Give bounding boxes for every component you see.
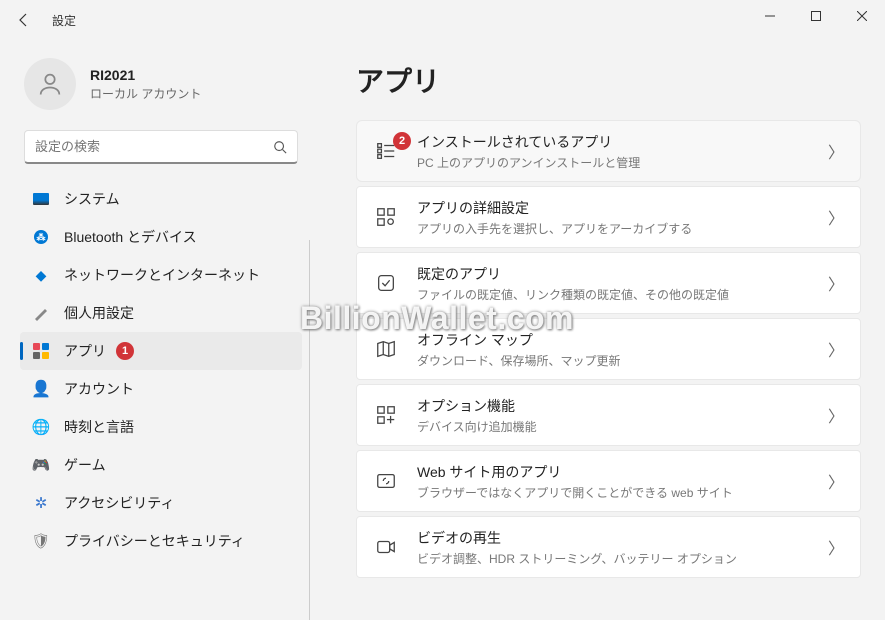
gamepad-icon: 🎮 [32, 456, 50, 474]
bluetooth-icon: ⁂ [32, 228, 50, 246]
link-window-icon [373, 468, 399, 494]
divider [309, 240, 310, 620]
card-installed-apps[interactable]: 2 インストールされているアプリ PC 上のアプリのアンインストールと管理 〉 [356, 120, 861, 182]
sidebar-item-bluetooth[interactable]: ⁂ Bluetooth とデバイス [20, 218, 302, 256]
grid-plus-icon [373, 402, 399, 428]
sidebar-item-system[interactable]: システム [20, 180, 302, 218]
avatar [24, 58, 76, 110]
sidebar-item-accounts[interactable]: 👤 アカウント [20, 370, 302, 408]
chevron-right-icon: 〉 [828, 403, 844, 427]
apps-icon [32, 342, 50, 360]
card-sub: ビデオ調整、HDR ストリーミング、バッテリー オプション [417, 550, 828, 567]
sidebar-item-label: アクセシビリティ [64, 493, 174, 513]
card-video-playback[interactable]: ビデオの再生 ビデオ調整、HDR ストリーミング、バッテリー オプション 〉 [356, 516, 861, 578]
page-title: アプリ [356, 60, 861, 100]
sidebar-item-label: プライバシーとセキュリティ [64, 531, 245, 551]
card-title: インストールされているアプリ [417, 132, 828, 152]
minimize-button[interactable] [747, 0, 793, 32]
sidebar-item-label: アカウント [64, 379, 134, 399]
sidebar-item-label: アプリ [64, 341, 106, 361]
grid-gear-icon [373, 204, 399, 230]
card-sub: ファイルの既定値、リンク種類の既定値、その他の既定値 [417, 286, 828, 303]
sidebar-item-label: 時刻と言語 [64, 417, 134, 437]
person-icon [36, 70, 64, 98]
content: アプリ 2 インストールされているアプリ PC 上のアプリのアンインストールと管… [310, 40, 885, 609]
list-icon: 2 [373, 138, 399, 164]
user-sub: ローカル アカウント [90, 85, 201, 102]
sidebar-item-label: Bluetooth とデバイス [64, 227, 197, 247]
system-icon [32, 190, 50, 208]
chevron-right-icon: 〉 [828, 337, 844, 361]
maximize-icon [811, 11, 821, 21]
user-name: RI2021 [90, 67, 201, 83]
sidebar-item-label: ネットワークとインターネット [64, 265, 260, 285]
sidebar-item-label: 個人用設定 [64, 303, 134, 323]
sidebar-item-time[interactable]: 🌐 時刻と言語 [20, 408, 302, 446]
chevron-right-icon: 〉 [828, 205, 844, 229]
card-offline-maps[interactable]: オフライン マップ ダウンロード、保存場所、マップ更新 〉 [356, 318, 861, 380]
card-title: オフライン マップ [417, 330, 828, 350]
chevron-right-icon: 〉 [828, 139, 844, 163]
account-icon: 👤 [32, 380, 50, 398]
chevron-right-icon: 〉 [828, 271, 844, 295]
card-title: オプション機能 [417, 396, 828, 416]
brush-icon [32, 304, 50, 322]
wifi-icon: ◆ [32, 266, 50, 284]
sidebar-item-privacy[interactable]: 🛡 プライバシーとセキュリティ [20, 522, 302, 560]
arrow-left-icon [16, 12, 32, 28]
maximize-button[interactable] [793, 0, 839, 32]
card-title: Web サイト用のアプリ [417, 462, 828, 482]
clock-icon: 🌐 [32, 418, 50, 436]
sidebar-item-network[interactable]: ◆ ネットワークとインターネット [20, 256, 302, 294]
user-block[interactable]: RI2021 ローカル アカウント [20, 50, 302, 130]
check-shield-icon [373, 270, 399, 296]
card-title: ビデオの再生 [417, 528, 828, 548]
badge: 1 [116, 342, 134, 360]
card-sub: ブラウザーではなくアプリで開くことができる web サイト [417, 484, 828, 501]
chevron-right-icon: 〉 [828, 469, 844, 493]
search-icon [273, 140, 287, 154]
search-input[interactable] [35, 139, 273, 154]
card-sub: デバイス向け追加機能 [417, 418, 828, 435]
minimize-icon [765, 11, 775, 21]
accessibility-icon: ✲ [32, 494, 50, 512]
close-button[interactable] [839, 0, 885, 32]
nav: システム ⁂ Bluetooth とデバイス ◆ ネットワークとインターネット … [20, 180, 302, 560]
search-box[interactable] [24, 130, 298, 164]
sidebar-item-label: ゲーム [64, 455, 106, 475]
sidebar: RI2021 ローカル アカウント システム ⁂ Bluetooth とデバイス… [0, 40, 310, 609]
card-optional-features[interactable]: オプション機能 デバイス向け追加機能 〉 [356, 384, 861, 446]
video-icon [373, 534, 399, 560]
close-icon [857, 11, 867, 21]
card-title: アプリの詳細設定 [417, 198, 828, 218]
sidebar-item-personalization[interactable]: 個人用設定 [20, 294, 302, 332]
badge: 2 [393, 132, 411, 150]
card-default-apps[interactable]: 既定のアプリ ファイルの既定値、リンク種類の既定値、その他の既定値 〉 [356, 252, 861, 314]
card-title: 既定のアプリ [417, 264, 828, 284]
sidebar-item-gaming[interactable]: 🎮 ゲーム [20, 446, 302, 484]
chevron-right-icon: 〉 [828, 535, 844, 559]
shield-icon: 🛡 [32, 532, 50, 550]
card-apps-for-websites[interactable]: Web サイト用のアプリ ブラウザーではなくアプリで開くことができる web サ… [356, 450, 861, 512]
map-icon [373, 336, 399, 362]
card-sub: PC 上のアプリのアンインストールと管理 [417, 154, 828, 171]
card-sub: ダウンロード、保存場所、マップ更新 [417, 352, 828, 369]
window-title: 設定 [52, 12, 76, 29]
sidebar-item-label: システム [64, 189, 120, 209]
sidebar-item-accessibility[interactable]: ✲ アクセシビリティ [20, 484, 302, 522]
card-advanced-app-settings[interactable]: アプリの詳細設定 アプリの入手先を選択し、アプリをアーカイブする 〉 [356, 186, 861, 248]
sidebar-item-apps[interactable]: アプリ 1 [20, 332, 302, 370]
back-button[interactable] [8, 4, 40, 36]
card-sub: アプリの入手先を選択し、アプリをアーカイブする [417, 220, 828, 237]
